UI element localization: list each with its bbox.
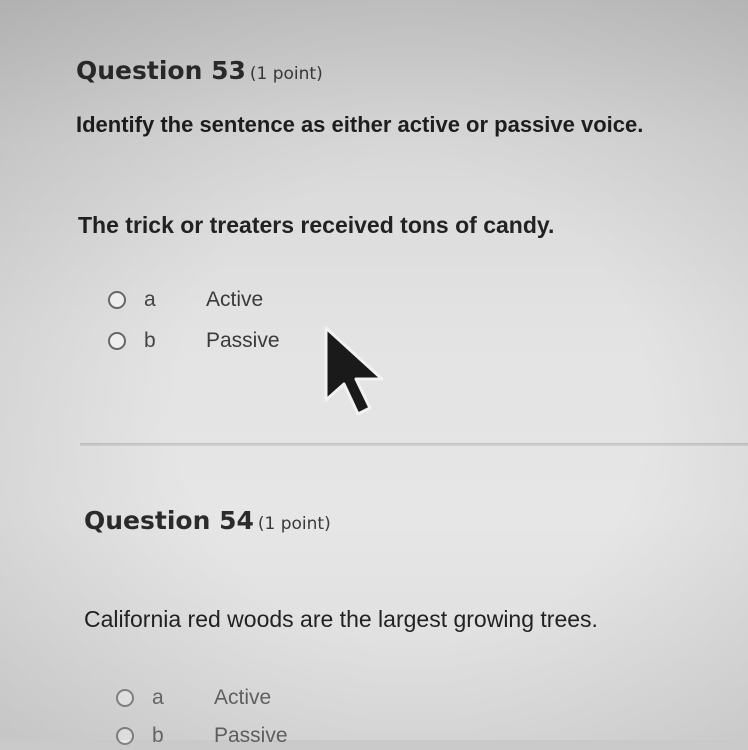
radio-button[interactable] [108,291,126,309]
option-label[interactable]: Passive [214,724,288,748]
question-points: (1 point) [249,64,323,84]
question-prompt: The trick or treaters received tons of c… [78,212,555,238]
option-letter: b [144,329,156,352]
question-number: Question 53 [76,56,246,85]
question-heading: Question 53 (1 point) [76,56,323,85]
option-letter: a [152,686,164,709]
option-letter: a [144,288,156,311]
mouse-pointer-arrow-icon [324,326,384,416]
option-label[interactable]: Active [206,288,263,312]
question-instruction: Identify the sentence as either active o… [76,112,644,137]
option-a[interactable]: a Active [108,286,263,314]
option-label[interactable]: Active [214,686,271,710]
question-divider [80,443,748,446]
question-prompt: California red woods are the largest gro… [84,606,598,632]
question-points: (1 point) [257,514,331,534]
radio-button[interactable] [116,689,134,707]
question-number: Question 54 [84,506,254,535]
radio-button[interactable] [108,332,126,350]
option-a[interactable]: a Active [116,684,271,712]
option-b[interactable]: b Passive [116,722,288,750]
radio-button[interactable] [116,727,134,745]
option-b[interactable]: b Passive [108,327,280,355]
option-letter: b [152,724,164,747]
option-label[interactable]: Passive [206,329,280,353]
question-heading: Question 54 (1 point) [84,506,331,535]
